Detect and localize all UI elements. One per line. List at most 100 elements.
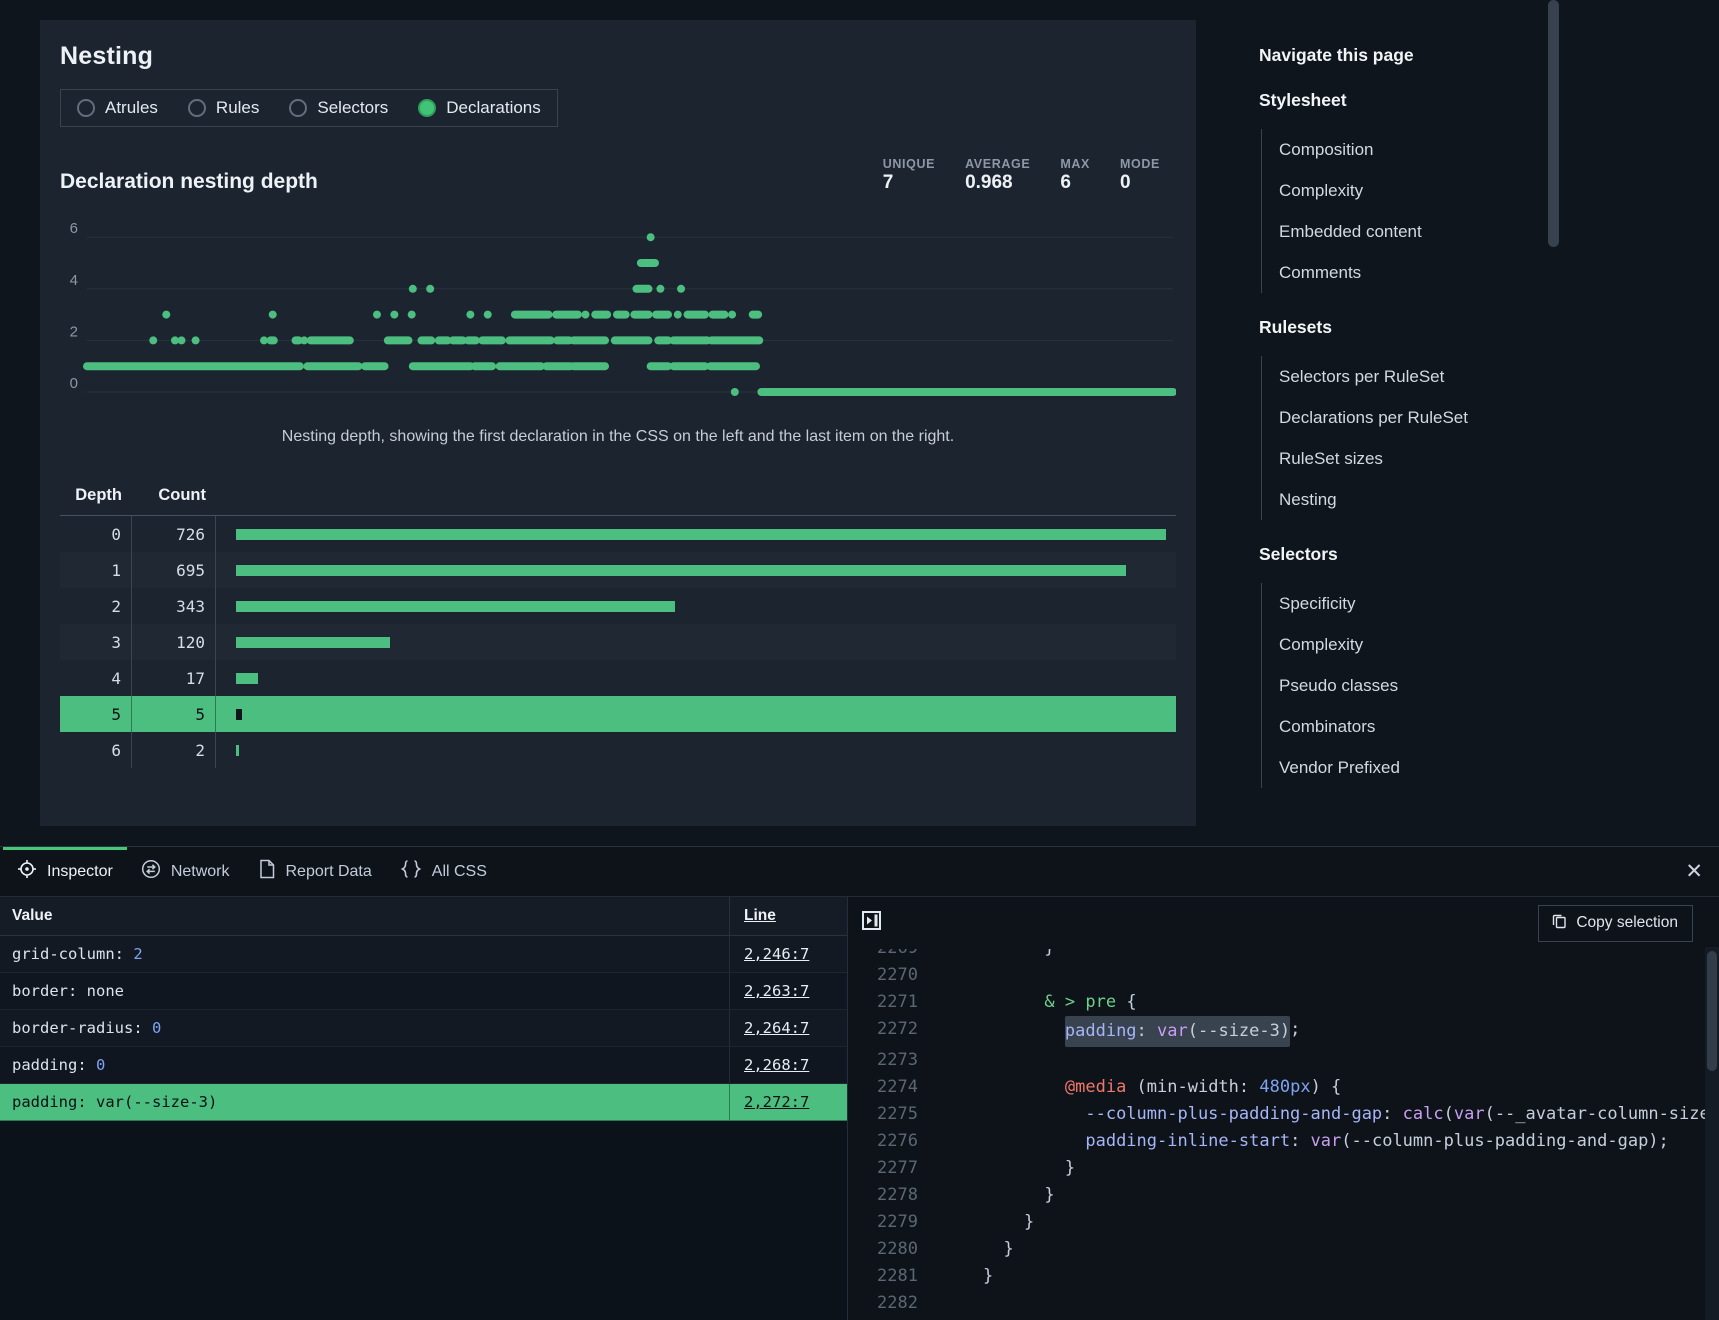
depth-cell: 1 [60,552,132,588]
page-navigation: Navigate this page Stylesheet Composition… [1259,45,1489,788]
radio-icon [188,99,206,117]
count-column-header: Count [132,486,216,505]
count-bar [236,601,675,612]
code-line: 2276 padding-inline-start: var(--column-… [848,1128,1719,1155]
toc-item-composition[interactable]: Composition [1279,129,1489,170]
declaration-row[interactable]: border-radius: 0 2,264:7 [0,1010,847,1047]
toc-item-combinators[interactable]: Combinators [1279,706,1489,747]
svg-text:4: 4 [70,272,78,289]
line-link[interactable]: 2,264:7 [744,1019,809,1037]
toc-item-complexity[interactable]: Complexity [1279,624,1489,665]
depth-table-row[interactable]: 2343 [60,588,1176,624]
tab-report-data[interactable]: Report Data [244,847,386,896]
toc-item-ruleset-sizes[interactable]: RuleSet sizes [1279,438,1489,479]
stat-average: AVERAGE0.968 [965,157,1030,194]
line-link[interactable]: 2,263:7 [744,982,809,1000]
toc-item-embedded-content[interactable]: Embedded content [1279,211,1489,252]
declaration-row[interactable]: padding: var(--size-3) 2,272:7 [0,1084,847,1121]
toc-item-pseudo-classes[interactable]: Pseudo classes [1279,665,1489,706]
line-number: 2279 [848,1209,983,1236]
code-editor[interactable]: 2269 }22702271 & > pre {2272 padding: va… [848,949,1719,1320]
svg-text:2: 2 [70,323,78,340]
stat-max: MAX6 [1060,157,1090,194]
radio-rules[interactable]: Rules [188,98,259,118]
radio-icon [77,99,95,117]
toc-item-comments[interactable]: Comments [1279,252,1489,293]
code-scrollbar-thumb[interactable] [1707,951,1717,1071]
toc-item-vendor-prefixed[interactable]: Vendor Prefixed [1279,747,1489,788]
depth-table-row[interactable]: 417 [60,660,1176,696]
nesting-depth-scatter-chart: 0246 [60,222,1176,414]
nesting-panel: Nesting AtrulesRulesSelectorsDeclaration… [40,20,1196,826]
braces-icon [400,859,422,884]
count-cell: 726 [132,516,216,552]
depth-cell: 4 [60,660,132,696]
code-scrollbar-track[interactable] [1705,947,1719,1320]
toc-section-stylesheet: Stylesheet [1259,90,1489,111]
toc-item-declarations-per-ruleset[interactable]: Declarations per RuleSet [1279,397,1489,438]
toc-title: Navigate this page [1259,45,1489,66]
declaration-value: padding: var(--size-3) [0,1084,729,1120]
line-number: 2282 [848,1290,983,1317]
radio-declarations[interactable]: Declarations [418,98,541,118]
depth-cell: 2 [60,588,132,624]
code-line: 2270 [848,962,1719,989]
declaration-row[interactable]: padding: 02,268:7 [0,1047,847,1084]
code-line: 2279 } [848,1209,1719,1236]
count-cell: 17 [132,660,216,696]
count-cell: 2 [132,732,216,768]
count-bar [236,637,390,648]
code-toolbar: Copy selection [848,897,1719,949]
depth-table-row[interactable]: 1695 [60,552,1176,588]
declaration-row[interactable]: grid-column: 22,246:7 [0,936,847,973]
depth-table-row[interactable]: 3120 [60,624,1176,660]
radio-icon [418,99,436,117]
code-line: 2275 --column-plus-padding-and-gap: calc… [848,1101,1719,1128]
toc-item-complexity[interactable]: Complexity [1279,170,1489,211]
declaration-row[interactable]: border: none 2,263:7 [0,973,847,1010]
depth-table-row[interactable]: 55 [60,696,1176,732]
copy-icon [1551,913,1567,934]
tab-all-css[interactable]: All CSS [386,847,501,896]
count-bar [236,529,1166,540]
document-icon [258,859,276,884]
line-number: 2274 [848,1074,983,1101]
page-scrollbar-thumb[interactable] [1548,0,1559,247]
stat-mode: MODE0 [1120,157,1160,194]
declaration-value: border-radius: 0 [0,1010,729,1046]
toc-item-specificity[interactable]: Specificity [1279,583,1489,624]
line-number: 2281 [848,1263,983,1290]
svg-text:6: 6 [70,222,78,237]
panel-toggle-icon[interactable] [862,911,881,935]
tab-inspector[interactable]: Inspector [3,847,127,896]
selected-declaration-highlight: padding: var(--size-3) [1065,1016,1290,1047]
line-column-header[interactable]: Line [729,897,847,935]
depth-table-row[interactable]: 62 [60,732,1176,768]
radio-selectors[interactable]: Selectors [289,98,388,118]
depth-column-header: Depth [60,486,132,505]
radio-atrules[interactable]: Atrules [77,98,158,118]
code-line: 2277 } [848,1155,1719,1182]
network-icon [141,859,161,884]
line-link[interactable]: 2,246:7 [744,945,809,963]
toc-item-nesting[interactable]: Nesting [1279,479,1489,520]
line-number: 2271 [848,989,983,1016]
code-line: 2271 & > pre { [848,989,1719,1016]
count-bar [236,673,258,684]
depth-cell: 0 [60,516,132,552]
line-link[interactable]: 2,268:7 [744,1056,809,1074]
line-number: 2276 [848,1128,983,1155]
line-link[interactable]: 2,272:7 [744,1093,809,1111]
code-line: 2273 [848,1047,1719,1074]
depth-table-row[interactable]: 0726 [60,516,1176,552]
close-icon[interactable]: ✕ [1685,847,1703,896]
toc-item-selectors-per-ruleset[interactable]: Selectors per RuleSet [1279,356,1489,397]
tab-network[interactable]: Network [127,847,244,896]
line-number: 2275 [848,1101,983,1128]
count-cell: 343 [132,588,216,624]
devtools-panel: InspectorNetworkReport DataAll CSS✕ Valu… [0,846,1719,1320]
declaration-value: border: none [0,973,729,1009]
copy-selection-button[interactable]: Copy selection [1538,905,1693,942]
count-cell: 5 [132,696,216,732]
chart-caption: Nesting depth, showing the first declara… [60,428,1176,446]
